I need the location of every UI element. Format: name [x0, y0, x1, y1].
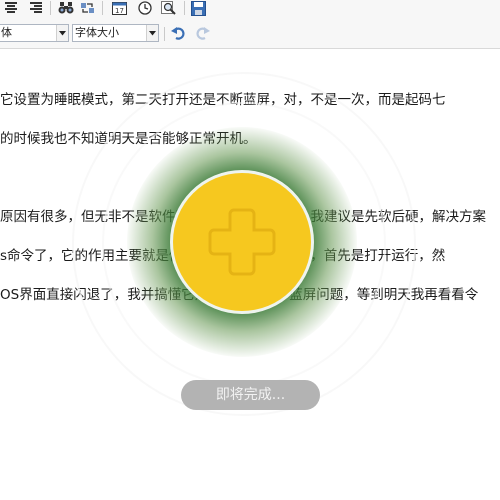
toolbar-separator	[50, 1, 51, 15]
toolbar-separator	[102, 1, 103, 15]
status-pill: 即将完成...	[181, 380, 320, 410]
redo-icon[interactable]	[194, 25, 211, 41]
align-center-icon[interactable]	[2, 0, 19, 16]
toolbar-row-format: 17	[0, 0, 500, 18]
insert-time-icon[interactable]	[136, 0, 153, 16]
replace-icon[interactable]	[79, 0, 96, 16]
insert-date-icon[interactable]: 17	[111, 0, 128, 16]
save-icon[interactable]	[190, 0, 207, 16]
editor-toolbar: 17 体 字体大小	[0, 0, 500, 49]
undo-icon[interactable]	[170, 25, 187, 41]
chevron-down-icon[interactable]	[56, 25, 68, 41]
font-family-value: 体	[1, 26, 12, 39]
toolbar-separator	[164, 27, 165, 41]
progress-ball	[173, 173, 311, 311]
chevron-down-icon[interactable]	[146, 25, 158, 41]
font-family-select[interactable]: 体	[0, 24, 69, 42]
zoom-icon[interactable]	[160, 0, 177, 16]
svg-text:17: 17	[115, 7, 124, 15]
find-icon[interactable]	[57, 0, 74, 16]
plus-icon	[208, 208, 276, 276]
toolbar-row-font: 体 字体大小	[0, 24, 500, 44]
toolbar-separator	[184, 1, 185, 15]
align-right-icon[interactable]	[27, 0, 44, 16]
font-size-value: 字体大小	[75, 26, 119, 39]
font-size-select[interactable]: 字体大小	[72, 24, 159, 42]
